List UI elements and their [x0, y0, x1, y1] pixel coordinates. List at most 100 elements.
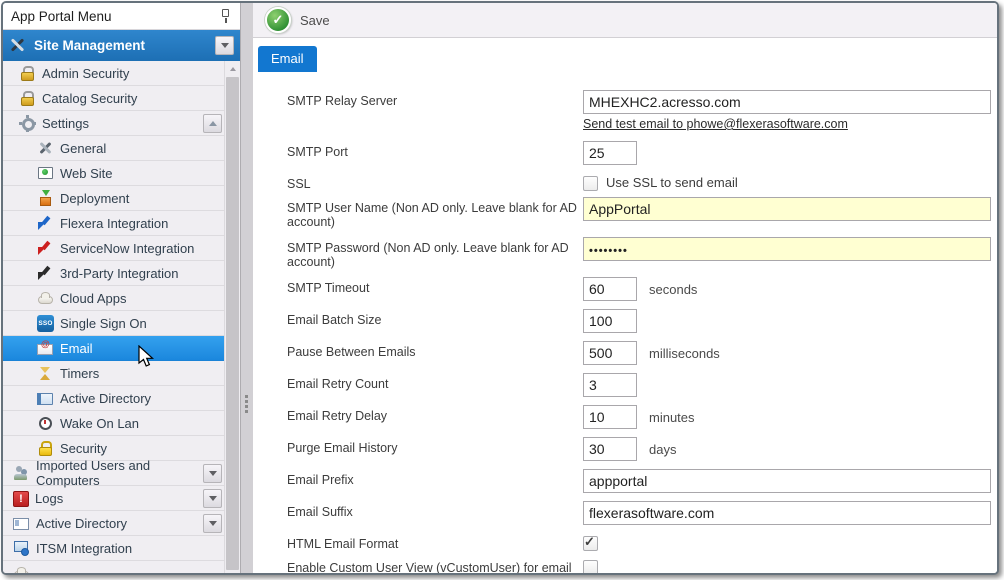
app-window: App Portal Menu Site Management Admin Se…	[1, 1, 999, 575]
sidebar-item-timers[interactable]: Timers	[3, 361, 225, 386]
field-label: SMTP Port	[287, 141, 583, 159]
email-suffix-input[interactable]	[583, 501, 991, 525]
form-row: SMTP User Name (Non AD only. Leave blank…	[287, 197, 997, 229]
sidebar-item-flexera-integration[interactable]: Flexera Integration	[3, 211, 225, 236]
sidebar-item-cloud-apps[interactable]: Cloud Apps	[3, 286, 225, 311]
expander-down[interactable]	[203, 489, 222, 508]
collapse-section-button[interactable]	[215, 36, 234, 55]
purge-email-history-input[interactable]	[583, 437, 637, 461]
splitter-grip-icon	[245, 395, 248, 398]
sidebar-item-logs[interactable]: Logs	[3, 486, 225, 511]
expander-up[interactable]	[203, 114, 222, 133]
sidebar-item-single-sign-on[interactable]: Single Sign On	[3, 311, 225, 336]
logs-icon	[13, 491, 29, 507]
tools-gray-icon	[37, 140, 54, 157]
pause-between-emails-input[interactable]	[583, 341, 637, 365]
smtp-timeout-input[interactable]	[583, 277, 637, 301]
form-row: Email Retry Count	[287, 373, 997, 397]
sidebar-item-imported-users-and-computers[interactable]: Imported Users and Computers	[3, 461, 225, 486]
unit-label: seconds	[649, 277, 697, 297]
form-row: Email Suffix	[287, 501, 997, 525]
tab-email[interactable]: Email	[258, 46, 317, 72]
save-button[interactable]: Save	[265, 7, 330, 33]
form-row: SMTP Timeout seconds	[287, 277, 997, 301]
sidebar-item-label: Deployment	[60, 191, 129, 206]
field-label: SSL	[287, 173, 583, 191]
form-row: SSLUse SSL to send email	[287, 173, 997, 191]
field-label: SMTP Timeout	[287, 277, 583, 295]
sidebar-item-active-directory[interactable]: Active Directory	[3, 511, 225, 536]
sidebar-item-deployment[interactable]: Deployment	[3, 186, 225, 211]
lock-icon	[19, 65, 36, 82]
sidebar-item-label: Active Directory	[60, 391, 151, 406]
chevron-down-icon	[221, 43, 229, 48]
gear-icon	[19, 115, 36, 132]
itsm-icon	[13, 540, 30, 557]
sidebar-item-catalog-security[interactable]: Catalog Security	[3, 86, 225, 111]
form-row: Pause Between Emailsmilliseconds	[287, 341, 997, 365]
scrollbar-thumb[interactable]	[226, 77, 239, 570]
smtp-port-input[interactable]	[583, 141, 637, 165]
panel-splitter[interactable]	[241, 3, 253, 573]
email-batch-size-input[interactable]	[583, 309, 637, 333]
field-label: Email Prefix	[287, 469, 583, 487]
tab-bar: Email	[253, 38, 997, 72]
sidebar-title-bar: App Portal Menu	[3, 3, 240, 30]
sidebar-item-wake-on-lan[interactable]: Wake On Lan	[3, 411, 225, 436]
sidebar-item-label: Timers	[60, 366, 99, 381]
form-row: SMTP Relay ServerSend test email to phow…	[287, 90, 997, 133]
email-prefix-input[interactable]	[583, 469, 991, 493]
ssl-checkbox[interactable]	[583, 176, 598, 191]
email-icon	[37, 340, 54, 357]
save-label: Save	[300, 13, 330, 28]
sidebar-item-label: Settings	[42, 116, 89, 131]
email-form: SMTP Relay ServerSend test email to phow…	[253, 72, 997, 573]
sidebar-item-active-directory[interactable]: Active Directory	[3, 386, 225, 411]
email-retry-delay-input[interactable]	[583, 405, 637, 429]
form-row: Enable Custom User View (vCustomUser) fo…	[287, 557, 997, 573]
scroll-up-button[interactable]	[225, 61, 240, 76]
html-email-format-checkbox[interactable]	[583, 536, 598, 551]
sidebar-item-servicenow-integration[interactable]: ServiceNow Integration	[3, 236, 225, 261]
chevron-down-icon	[209, 471, 217, 476]
main-panel: Save Email SMTP Relay ServerSend test em…	[253, 3, 997, 573]
sidebar-item-3rd-party-integration[interactable]: 3rd-Party Integration	[3, 261, 225, 286]
enable-custom-user-view-vcustomuser-for-email-variables-checkbox[interactable]	[583, 560, 598, 573]
form-row: SMTP Password (Non AD only. Leave blank …	[287, 237, 997, 269]
sidebar-title: App Portal Menu	[11, 9, 112, 24]
sidebar-item-itsm-integration[interactable]: ITSM Integration	[3, 536, 225, 561]
import-black-icon	[37, 265, 54, 282]
unit-label: minutes	[649, 405, 695, 425]
expander-down[interactable]	[203, 514, 222, 533]
sidebar-item-label: Catalog Security	[42, 91, 137, 106]
sidebar-item-label: Wake On Lan	[60, 416, 139, 431]
smtp-user-name-non-ad-only-leave-blank-for-ad-account-input[interactable]	[583, 197, 991, 221]
sidebar-item-label: Cloud Apps	[60, 291, 127, 306]
sidebar-item-label: Security	[60, 441, 107, 456]
send-test-email-link[interactable]: Send test email to phowe@flexerasoftware…	[583, 117, 848, 131]
email-retry-count-input[interactable]	[583, 373, 637, 397]
tools-icon	[9, 37, 26, 54]
smtp-relay-server-input[interactable]	[583, 90, 991, 114]
sidebar-item-label: Admin Security	[42, 66, 129, 81]
sidebar-item-partial[interactable]	[3, 561, 225, 573]
sidebar-header-site-management[interactable]: Site Management	[3, 30, 240, 61]
form-row: Email Retry Delayminutes	[287, 405, 997, 429]
sidebar-item-label: Single Sign On	[60, 316, 147, 331]
field-label: Purge Email History	[287, 437, 583, 455]
sidebar-item-settings[interactable]: Settings	[3, 111, 225, 136]
save-check-icon	[265, 7, 291, 33]
sidebar-item-web-site[interactable]: Web Site	[3, 161, 225, 186]
sidebar-item-email[interactable]: Email	[3, 336, 225, 361]
sidebar-item-admin-security[interactable]: Admin Security	[3, 61, 225, 86]
expander-down[interactable]	[203, 464, 222, 483]
form-row: HTML Email Format	[287, 533, 997, 551]
sidebar-scrollbar[interactable]	[224, 61, 240, 573]
smtp-password-non-ad-only-leave-blank-for-ad-account-input[interactable]	[583, 237, 991, 261]
sidebar-item-general[interactable]: General	[3, 136, 225, 161]
lock-icon	[19, 90, 36, 107]
ad-folder-icon	[37, 390, 54, 407]
pin-icon[interactable]	[218, 8, 232, 24]
sidebar-item-label: General	[60, 141, 106, 156]
field-label: Email Retry Count	[287, 373, 583, 391]
